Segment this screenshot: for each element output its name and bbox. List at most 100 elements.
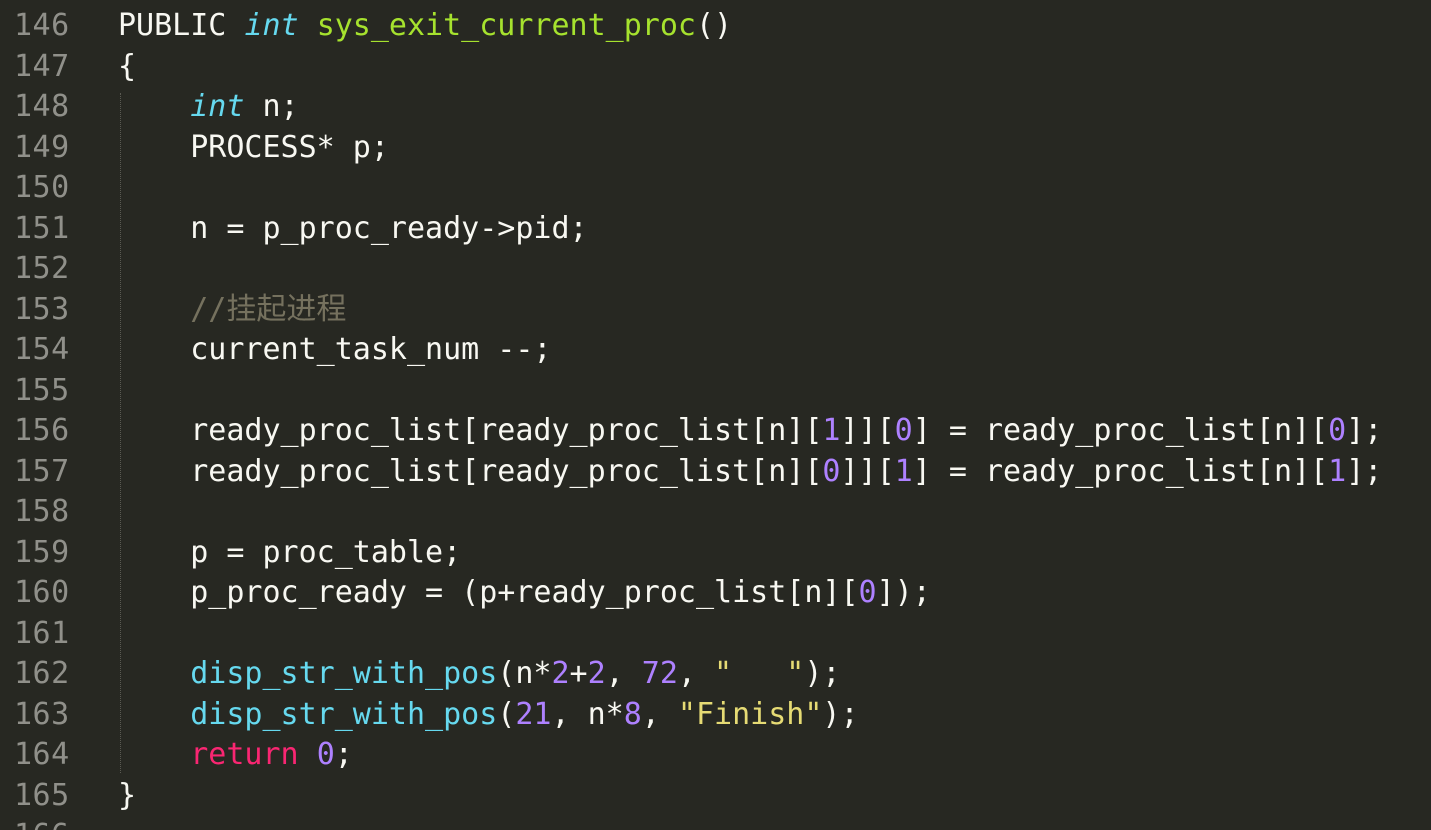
code-token: 72: [641, 656, 678, 691]
line-code: PUBLIC int sys_exit_current_proc(): [118, 6, 732, 47]
line-number: 156: [14, 413, 70, 448]
code-token: n;: [244, 89, 299, 124]
line-number: 147: [14, 48, 70, 84]
line-number: 161: [14, 615, 70, 651]
code-line[interactable]: 166: [0, 816, 1431, 830]
line-code: //挂起进程: [118, 290, 346, 331]
line-number: 157: [14, 453, 70, 489]
code-token: 0: [894, 413, 913, 448]
line-number: 151: [14, 210, 70, 246]
line-number: 149: [14, 129, 70, 165]
code-line[interactable]: 151 n = p_proc_ready->pid;: [0, 209, 1431, 250]
code-editor[interactable]: 146 PUBLIC int sys_exit_current_proc() 147…: [0, 0, 1431, 830]
code-token: ,: [677, 656, 715, 691]
code-token: 1: [822, 413, 841, 448]
code-token: 1: [1328, 453, 1347, 489]
line-number: 163: [14, 696, 70, 732]
code-line[interactable]: 163 disp_str_with_pos(21, n*8, "Finish")…: [0, 695, 1431, 736]
code-token: "Finish": [677, 696, 823, 732]
code-token: 0: [316, 737, 335, 772]
code-token: (: [497, 696, 516, 732]
code-token: ready_proc_list[ready_proc_list[n][: [118, 453, 823, 489]
code-token: {: [118, 48, 137, 84]
line-code: ready_proc_list[ready_proc_list[n][1]][0…: [118, 411, 1382, 452]
code-token: (n*: [497, 656, 552, 691]
code-token: , n*: [551, 696, 624, 732]
line-code: disp_str_with_pos(21, n*8, "Finish");: [118, 695, 858, 736]
line-number: 164: [14, 737, 70, 772]
code-line[interactable]: 157 ready_proc_list[ready_proc_list[n][0…: [0, 452, 1431, 493]
code-line[interactable]: 153 //挂起进程: [0, 290, 1431, 331]
line-number: 154: [14, 332, 70, 367]
code-token: return: [190, 737, 299, 772]
code-token: (): [695, 8, 733, 43]
line-code: disp_str_with_pos(n*2+2, 72, " ");: [118, 654, 840, 695]
code-line[interactable]: 150: [0, 168, 1431, 209]
code-token: 2: [587, 656, 606, 691]
code-token: 8: [623, 696, 642, 732]
code-line[interactable]: 165}: [0, 776, 1431, 817]
code-token: //挂起进程: [190, 291, 347, 327]
code-token: disp_str_with_pos: [190, 696, 498, 732]
code-line[interactable]: 159 p = proc_table;: [0, 533, 1431, 574]
code-token: ;: [334, 737, 353, 772]
code-token: sys_exit_current_proc: [316, 8, 696, 43]
code-token: +: [569, 656, 588, 691]
code-line[interactable]: 147 {: [0, 47, 1431, 88]
line-number: 162: [14, 656, 70, 691]
code-token: 0: [1328, 413, 1347, 448]
code-token: ] = ready_proc_list[n][: [912, 413, 1329, 448]
line-code: p_proc_ready = (p+ready_proc_list[n][0])…: [118, 573, 931, 614]
code-token: current_task_num --;: [118, 332, 552, 367]
code-line[interactable]: 158: [0, 492, 1431, 533]
code-line[interactable]: 162 disp_str_with_pos(n*2+2, 72, " ");: [0, 654, 1431, 695]
code-token: 0: [822, 453, 841, 489]
code-line[interactable]: 152: [0, 249, 1431, 290]
code-token: ,: [641, 696, 678, 732]
code-line[interactable]: 161: [0, 614, 1431, 655]
code-line[interactable]: 146 PUBLIC int sys_exit_current_proc(): [0, 6, 1431, 47]
code-token: p = proc_table;: [118, 534, 462, 570]
code-token: ]][: [840, 413, 895, 448]
code-line[interactable]: 160 p_proc_ready = (p+ready_proc_list[n]…: [0, 573, 1431, 614]
code-line[interactable]: 156 ready_proc_list[ready_proc_list[n][1…: [0, 411, 1431, 452]
code-token: 21: [515, 696, 552, 732]
code-token: ];: [1346, 413, 1383, 448]
line-number: 160: [14, 575, 70, 610]
code-token: ,: [605, 656, 642, 691]
code-line[interactable]: 148 int n;: [0, 87, 1431, 128]
line-number: 148: [14, 89, 70, 124]
line-code: n = p_proc_ready->pid;: [118, 209, 587, 250]
line-code: }: [118, 776, 136, 817]
line-number: 153: [14, 291, 70, 327]
code-token: int: [190, 89, 245, 124]
line-number: 150: [14, 170, 70, 205]
line-code: p = proc_table;: [118, 533, 461, 574]
line-code: {: [118, 47, 136, 88]
code-token: disp_str_with_pos: [190, 656, 498, 691]
code-token: int: [244, 8, 299, 43]
line-number: 159: [14, 534, 70, 570]
code-token: 2: [551, 656, 570, 691]
line-number: 166: [14, 816, 70, 830]
code-token: PROCESS* p;: [118, 129, 389, 165]
code-line[interactable]: 149 PROCESS* p;: [0, 128, 1431, 169]
code-token: ready_proc_list[ready_proc_list[n][: [118, 413, 823, 448]
code-token: 1: [894, 453, 913, 489]
line-code: return 0;: [118, 735, 353, 776]
line-code: ready_proc_list[ready_proc_list[n][0]][1…: [118, 452, 1382, 493]
line-number: 155: [14, 372, 70, 408]
line-number: 158: [14, 494, 70, 529]
code-line[interactable]: 154 current_task_num --;: [0, 330, 1431, 371]
code-token: ]][: [840, 453, 895, 489]
code-line[interactable]: 164 return 0;: [0, 735, 1431, 776]
code-token: ] = ready_proc_list[n][: [912, 453, 1329, 489]
code-line[interactable]: 155: [0, 371, 1431, 412]
line-number: 146: [14, 8, 70, 43]
code-token: );: [804, 656, 841, 691]
